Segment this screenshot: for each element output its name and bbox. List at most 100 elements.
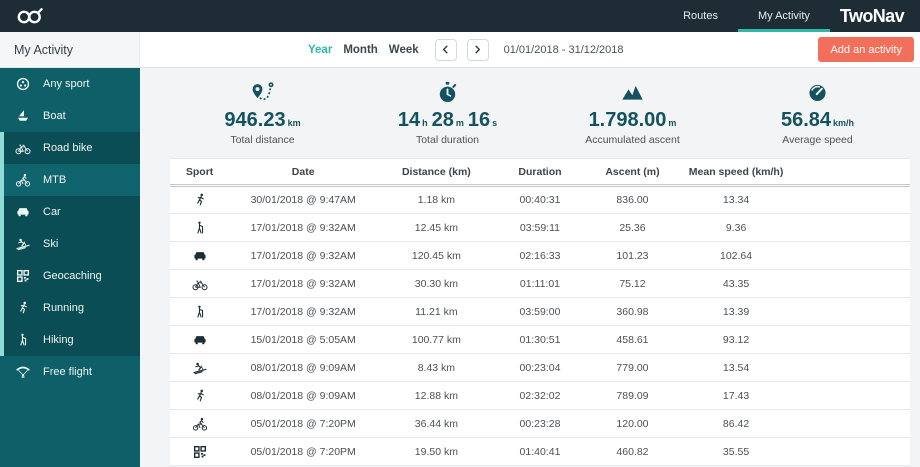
sidebar-sport-item[interactable]: Car: [0, 196, 140, 228]
sidebar-sport-item[interactable]: Hiking: [0, 324, 140, 356]
activity-speed-cell: 13.54: [680, 353, 792, 382]
sidebar-sport-item[interactable]: Free flight: [0, 356, 140, 388]
activity-distance-cell: 100.77 km: [377, 325, 496, 354]
activity-row[interactable]: 17/01/2018 @ 9:32AM 11.21 km 03:59:00 36…: [170, 297, 910, 326]
sidebar-sport-item[interactable]: Boat: [0, 100, 140, 132]
topnav-item-label: My Activity: [757, 10, 810, 22]
period-tab[interactable]: Week: [389, 44, 419, 56]
activity-duration-cell: 02:16:33: [495, 241, 585, 270]
activity-duration-cell: 01:40:41: [495, 437, 585, 466]
activity-date-cell: 05/01/2018 @ 7:20PM: [229, 409, 378, 438]
period-tab[interactable]: Month: [343, 44, 377, 56]
activity-row[interactable]: 15/01/2018 @ 5:05AM 100.77 km 01:30:51 4…: [170, 325, 910, 354]
activity-duration-cell: 01:11:01: [495, 269, 585, 298]
header-mean-speed: Mean speed (km/h): [680, 158, 792, 187]
activity-row[interactable]: 08/01/2018 @ 9:09AM 12.88 km 02:32:02 78…: [170, 381, 910, 410]
sidebar-sport-item[interactable]: MTB: [0, 164, 140, 196]
activity-distance-cell: 19.50 km: [377, 437, 496, 466]
sidebar-sport-label: Hiking: [43, 334, 74, 346]
sidebar-sport-item[interactable]: Any sport: [0, 68, 140, 100]
activity-speed-cell: 17.43: [680, 381, 792, 410]
sidebar-sport-item[interactable]: Road bike: [0, 132, 140, 164]
stat-total-distance: 946.23 km Total distance: [170, 80, 355, 146]
activity-sport-cell: [170, 381, 230, 410]
sidebar-sport-label: Ski: [43, 238, 59, 250]
sidebar-sport-item[interactable]: Ski: [0, 228, 140, 260]
topnav-item[interactable]: My Activity: [737, 0, 830, 32]
sidebar-sport-item[interactable]: Running: [0, 292, 140, 324]
sidebar-sport-label: MTB: [43, 174, 67, 186]
period-tab-label: Week: [388, 43, 419, 56]
activity-row[interactable]: 17/01/2018 @ 9:32AM 12.45 km 03:59:11 25…: [170, 213, 910, 242]
activity-row[interactable]: 17/01/2018 @ 9:32AM 30.30 km 01:11:01 75…: [170, 269, 910, 298]
total-distance-value: 946.23 km: [224, 109, 301, 131]
topnav-item[interactable]: Routes: [663, 0, 738, 32]
next-period-button[interactable]: [466, 38, 489, 61]
period-selector: Year Month Week 01/01/2018 - 31/12/2018: [308, 38, 624, 61]
activity-distance-cell: 11.21 km: [377, 297, 496, 326]
activity-row[interactable]: 17/01/2018 @ 9:32AM 120.45 km 02:16:33 1…: [170, 241, 910, 270]
activity-speed-cell: 9.36: [680, 213, 792, 242]
activity-sport-icon: [192, 192, 208, 208]
date-range-label: 01/01/2018 - 31/12/2018: [503, 43, 624, 56]
page-body: Any sport Boat Road bike MTB Car Ski Geo…: [0, 68, 920, 467]
activity-row[interactable]: 05/01/2018 @ 7:20PM 36.44 km 00:23:28 12…: [170, 409, 910, 438]
stat-accumulated-ascent: 1.798.00 m Accumulated ascent: [540, 80, 725, 146]
activity-filler-cell: [791, 437, 910, 466]
activity-sport-cell: [170, 437, 230, 466]
activity-row[interactable]: 30/01/2018 @ 9:47AM 1.18 km 00:40:31 836…: [170, 185, 910, 214]
activity-filler-cell: [791, 213, 910, 242]
sport-icon: [15, 140, 31, 156]
period-tab[interactable]: Year: [308, 44, 332, 56]
stat-total-duration: 14 h 28 m 16 s Total duration: [355, 80, 540, 146]
activity-row[interactable]: 08/01/2018 @ 9:09AM 8.43 km 00:23:04 779…: [170, 353, 910, 382]
activity-sport-icon: [192, 444, 208, 460]
previous-period-button[interactable]: [434, 38, 457, 61]
activity-distance-cell: 12.88 km: [377, 381, 496, 410]
activity-row[interactable]: 05/01/2018 @ 7:20PM 19.50 km 01:40:41 46…: [170, 437, 910, 466]
activity-filler-cell: [791, 269, 910, 298]
activity-ascent-cell: 779.00: [584, 353, 681, 382]
activity-ascent-cell: 101.23: [584, 241, 681, 270]
activity-ascent-cell: 836.00: [584, 185, 681, 214]
sidebar-sport-label: Car: [43, 206, 61, 218]
activities-table: Sport Date Distance (km) Duration Ascent…: [170, 158, 910, 466]
activity-filler-cell: [791, 241, 910, 270]
activity-duration-cell: 03:59:11: [495, 213, 585, 242]
sidebar-sport-label: Free flight: [43, 366, 92, 378]
go-logo-icon[interactable]: [14, 5, 48, 27]
activity-sport-cell: [170, 353, 230, 382]
activity-filler-cell: [791, 325, 910, 354]
header-sport: Sport: [170, 158, 230, 187]
page-title: My Activity: [0, 32, 140, 67]
activity-duration-cell: 00:23:04: [495, 353, 585, 382]
topnav-item-label: Routes: [683, 10, 718, 22]
activity-ascent-cell: 789.09: [584, 381, 681, 410]
activity-speed-cell: 35.55: [680, 437, 792, 466]
sidebar-sport-item[interactable]: Geocaching: [0, 260, 140, 292]
sport-icon: [15, 268, 31, 284]
activity-distance-cell: 12.45 km: [377, 213, 496, 242]
period-tabs: Year Month Week: [308, 44, 419, 56]
activity-speed-cell: 93.12: [680, 325, 792, 354]
activity-date-cell: 30/01/2018 @ 9:47AM: [229, 185, 378, 214]
activity-duration-cell: 01:30:51: [495, 325, 585, 354]
activities-table-header: Sport Date Distance (km) Duration Ascent…: [170, 158, 910, 187]
summary-stats: 946.23 km Total distance 14 h 28 m 16 s Total …: [170, 80, 910, 146]
activity-sport-cell: [170, 269, 230, 298]
period-tab-label: Month: [343, 43, 378, 56]
chevron-right-icon: [472, 44, 483, 55]
activity-ascent-cell: 458.61: [584, 325, 681, 354]
accumulated-ascent-label: Accumulated ascent: [585, 134, 680, 146]
activity-date-cell: 15/01/2018 @ 5:05AM: [229, 325, 378, 354]
add-activity-button[interactable]: Add an activity: [818, 37, 914, 62]
activity-ascent-cell: 120.00: [584, 409, 681, 438]
activity-ascent-cell: 360.98: [584, 297, 681, 326]
sidebar-sport-label: Road bike: [43, 142, 93, 154]
header-duration: Duration: [495, 158, 585, 187]
activity-sport-icon: [192, 416, 208, 432]
header-filler: [791, 158, 910, 187]
twonav-my-activity-page: Routes My Activity TwoNav My Activity Ye…: [0, 0, 920, 467]
sport-icon: [15, 76, 31, 92]
sport-icon: [15, 108, 31, 124]
